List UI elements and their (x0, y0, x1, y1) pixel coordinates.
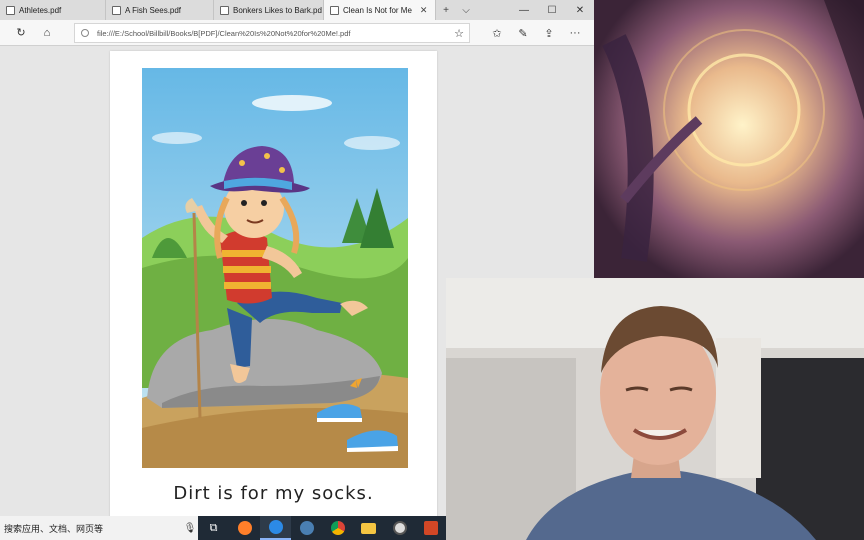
toolbar-actions: ✩ ✎ ⇪ ··· (484, 20, 594, 46)
story-illustration (142, 68, 408, 468)
taskbar-apps: ⧉ (198, 516, 446, 540)
screen: Athletes.pdf A Fish Sees.pdf Bonkers Lik… (0, 0, 864, 540)
window-controls: — ☐ ✕ (510, 0, 594, 20)
share-icon[interactable]: ⇪ (536, 20, 562, 46)
page-caption: Dirt is for my socks. (173, 483, 374, 504)
minimize-button[interactable]: — (510, 0, 538, 20)
chrome-logo (330, 521, 345, 535)
pdf-icon (6, 5, 15, 15)
wallpaper-artwork (594, 0, 864, 278)
address-url[interactable]: file:///E:/School/Billbill/Books/B[PDF]/… (97, 29, 449, 38)
home-icon[interactable]: ⌂ (34, 20, 60, 46)
tab-bar: Athletes.pdf A Fish Sees.pdf Bonkers Lik… (0, 0, 594, 20)
close-window-button[interactable]: ✕ (566, 0, 594, 20)
browser-globe-icon[interactable] (384, 516, 415, 540)
nav-toolbar: ↻ ⌂ file:///E:/School/Billbill/Books/B[P… (0, 20, 594, 46)
pen-icon[interactable]: ✎ (510, 20, 536, 46)
firefox-icon[interactable] (229, 516, 260, 540)
reading-list-icon[interactable]: ✩ (484, 20, 510, 46)
tab-label: Athletes.pdf (19, 5, 62, 15)
tab-list-chevron-icon[interactable]: ⌵ (456, 0, 476, 20)
edge-icon[interactable] (260, 516, 291, 540)
tab-a-fish-sees[interactable]: A Fish Sees.pdf (106, 0, 214, 20)
info-icon[interactable] (81, 29, 89, 37)
firefox-logo (237, 521, 252, 535)
maximize-button[interactable]: ☐ (538, 0, 566, 20)
tab-bonkers-likes-to-bark[interactable]: Bonkers Likes to Bark.pd (214, 0, 324, 20)
windows-taskbar: 搜索应用、文档、网页等 🎙 ⧉ (0, 516, 446, 540)
powerpoint-logo (423, 521, 438, 535)
pdf-icon (220, 5, 229, 15)
taskbar-search[interactable]: 搜索应用、文档、网页等 🎙 (0, 516, 198, 540)
tab-label: A Fish Sees.pdf (125, 5, 182, 15)
search-placeholder[interactable]: 搜索应用、文档、网页等 (4, 522, 182, 535)
steam-logo (299, 521, 314, 535)
refresh-icon[interactable]: ↻ (8, 20, 34, 46)
tab-label: Bonkers Likes to Bark.pd (233, 5, 322, 15)
webcam-feed (446, 278, 864, 540)
favorites-star-icon[interactable]: ☆ (449, 27, 469, 40)
more-icon[interactable]: ··· (562, 20, 588, 46)
task-view-glyph: ⧉ (209, 521, 218, 534)
globe-logo (392, 521, 407, 535)
task-view-icon[interactable]: ⧉ (198, 516, 229, 540)
address-bar[interactable]: file:///E:/School/Billbill/Books/B[PDF]/… (74, 23, 470, 43)
pdf-icon (330, 5, 339, 15)
pdf-page: Dirt is for my socks. (110, 51, 437, 516)
folder-logo (361, 522, 376, 534)
pdf-icon (112, 5, 121, 15)
edge-logo (268, 520, 283, 534)
steam-icon[interactable] (291, 516, 322, 540)
tab-clean-is-not-for-me[interactable]: Clean Is Not for Me ✕ (324, 0, 436, 20)
powerpoint-icon[interactable] (415, 516, 446, 540)
new-tab-button[interactable]: + (436, 0, 456, 20)
close-tab-icon[interactable]: ✕ (420, 5, 428, 16)
tab-label: Clean Is Not for Me (343, 5, 412, 15)
file-explorer-icon[interactable] (353, 516, 384, 540)
chrome-icon[interactable] (322, 516, 353, 540)
microphone-icon[interactable]: 🎙 (182, 523, 198, 534)
tab-athletes[interactable]: Athletes.pdf (0, 0, 106, 20)
